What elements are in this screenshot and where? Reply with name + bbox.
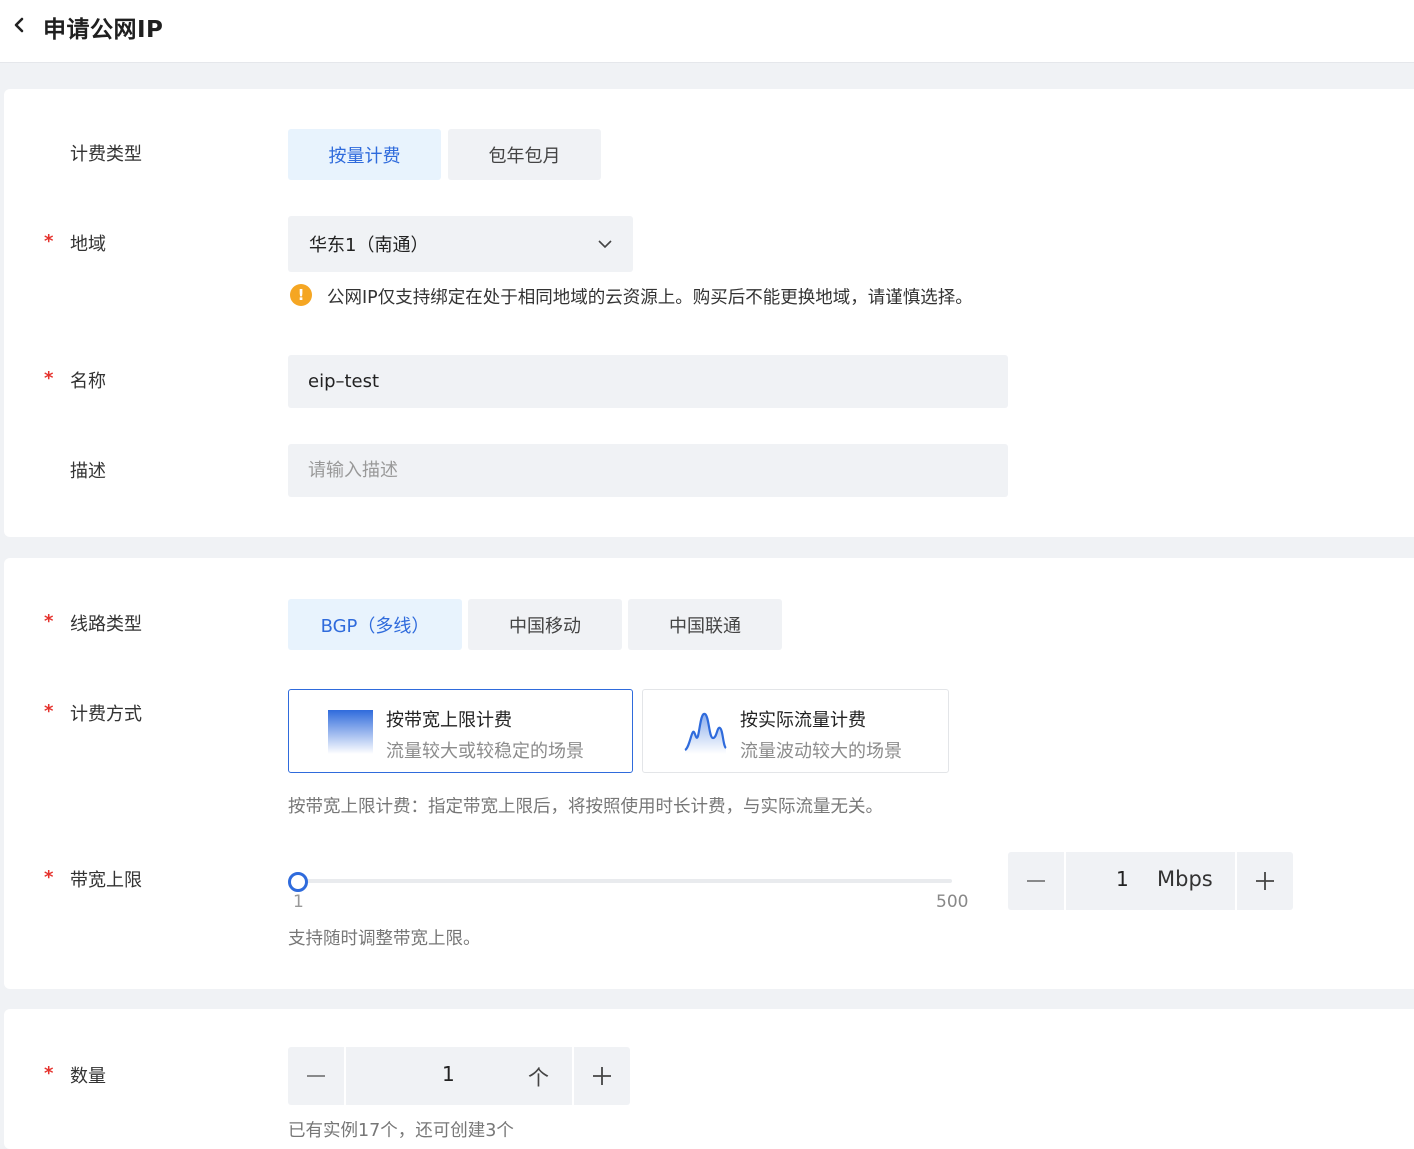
region-label: 地域 [70, 234, 106, 255]
bandwidth-slider[interactable]: 1 500 [288, 863, 978, 913]
bandwidth-stepper: 1 Mbps [1008, 852, 1293, 910]
region-selected-value: 华东1（南通） [309, 235, 429, 256]
slider-max-label: 500 [936, 892, 969, 912]
name-label: 名称 [70, 371, 106, 392]
quantity-unit: 个 [528, 1066, 549, 1090]
quantity-stepper: 1 个 [288, 1047, 630, 1105]
decrement-button[interactable] [1008, 852, 1064, 910]
bandwidth-unit: Mbps [1157, 867, 1213, 891]
slider-min-label: 1 [293, 892, 304, 912]
network-card: * 线路类型 BGP（多线） 中国移动 中国联通 * 计费方式 按带宽上限计费 … [4, 558, 1414, 989]
traffic-wave-icon [684, 712, 727, 754]
description-input[interactable] [288, 444, 1008, 497]
page-header: 申请公网IP [0, 0, 1414, 63]
required-mark: * [44, 701, 54, 722]
bandwidth-value[interactable]: 1 [1116, 867, 1129, 891]
billing-method-desc: 流量较大或较稳定的场景 [386, 741, 584, 762]
line-type-option-unicom[interactable]: 中国联通 [628, 599, 782, 650]
bandwidth-gradient-icon [328, 710, 373, 754]
billing-method-option-traffic[interactable]: 按实际流量计费 流量波动较大的场景 [642, 689, 949, 773]
billing-method-label: 计费方式 [70, 704, 142, 725]
required-mark: * [44, 368, 54, 389]
minus-icon [307, 1075, 325, 1077]
required-mark: * [44, 231, 54, 252]
chevron-down-icon [598, 240, 612, 249]
slider-thumb[interactable] [288, 872, 308, 892]
plus-icon [1256, 872, 1274, 890]
increment-button[interactable] [574, 1047, 630, 1105]
page-title: 申请公网IP [43, 17, 164, 43]
bandwidth-label: 带宽上限 [70, 870, 142, 891]
required-mark: * [44, 611, 54, 632]
quantity-hint: 已有实例17个，还可创建3个 [288, 1121, 514, 1141]
region-warning-text: 公网IP仅支持绑定在处于相同地域的云资源上。购买后不能更换地域，请谨慎选择。 [327, 288, 973, 308]
basic-info-card: 计费类型 按量计费 包年包月 * 地域 华东1（南通） ! 公网IP仅支持绑定在… [4, 89, 1414, 537]
minus-icon [1027, 880, 1045, 882]
warning-icon: ! [290, 284, 312, 306]
billing-type-label: 计费类型 [70, 144, 142, 165]
billing-method-hint: 按带宽上限计费：指定带宽上限后，将按照使用时长计费，与实际流量无关。 [288, 797, 883, 817]
bandwidth-hint: 支持随时调整带宽上限。 [288, 929, 481, 949]
billing-method-title: 按实际流量计费 [740, 710, 866, 731]
slider-track[interactable] [296, 879, 952, 883]
billing-type-option-payg[interactable]: 按量计费 [288, 129, 441, 180]
quantity-card: * 数量 1 个 已有实例17个，还可创建3个 [4, 1009, 1414, 1149]
region-select[interactable]: 华东1（南通） [288, 216, 633, 272]
required-mark: * [44, 1063, 54, 1084]
region-warning: ! 公网IP仅支持绑定在处于相同地域的云资源上。购买后不能更换地域，请谨慎选择。 [290, 284, 1190, 308]
plus-icon [593, 1067, 611, 1085]
required-mark: * [44, 867, 54, 888]
billing-method-desc: 流量波动较大的场景 [740, 741, 902, 762]
line-type-label: 线路类型 [70, 614, 142, 635]
billing-method-option-bandwidth[interactable]: 按带宽上限计费 流量较大或较稳定的场景 [288, 689, 633, 773]
stepper-divider [1064, 852, 1066, 910]
stepper-divider [344, 1047, 346, 1105]
description-label: 描述 [70, 461, 106, 482]
quantity-value[interactable]: 1 [442, 1062, 455, 1086]
decrement-button[interactable] [288, 1047, 344, 1105]
quantity-label: 数量 [70, 1066, 106, 1087]
increment-button[interactable] [1237, 852, 1293, 910]
line-type-option-cmcc[interactable]: 中国移动 [468, 599, 622, 650]
name-input[interactable] [288, 355, 1008, 408]
billing-type-option-subscription[interactable]: 包年包月 [448, 129, 601, 180]
billing-method-title: 按带宽上限计费 [386, 710, 512, 731]
line-type-option-bgp[interactable]: BGP（多线） [288, 599, 462, 650]
back-arrow-icon[interactable] [10, 15, 30, 35]
